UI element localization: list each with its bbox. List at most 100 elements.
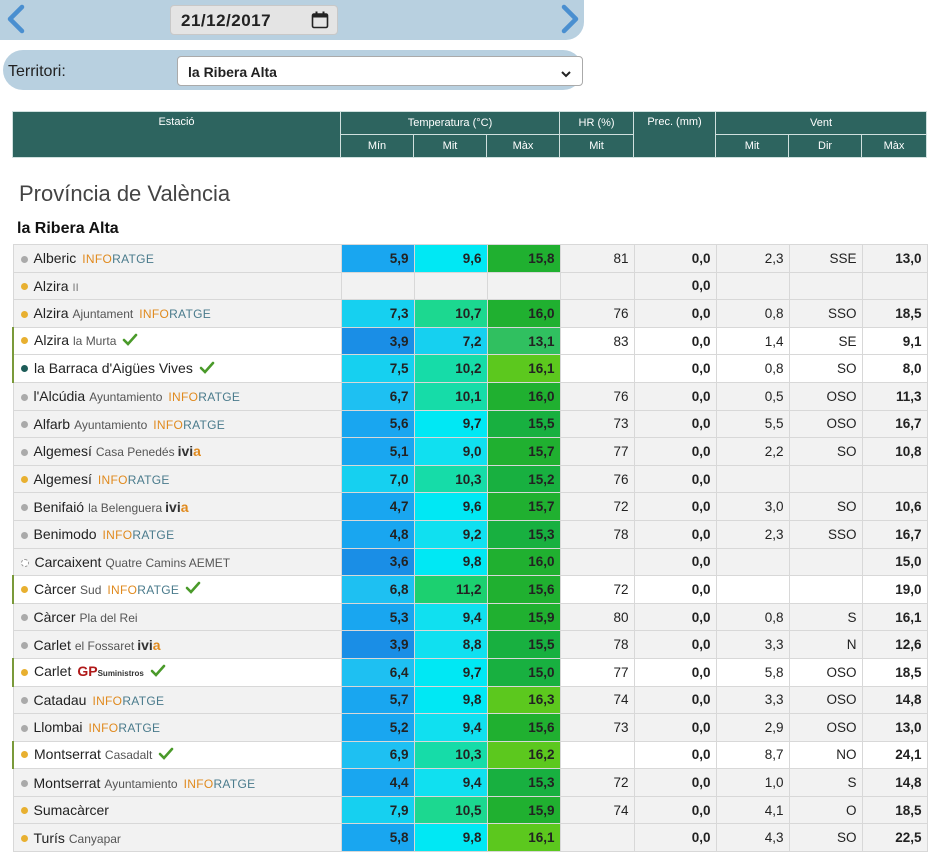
calendar-icon[interactable]	[311, 11, 329, 34]
wind-mit-cell: 0,8	[715, 602, 790, 632]
table-row[interactable]: Alfarb Ayuntamiento INFORATGE 5,6 9,7 15,5 73 0…	[12, 409, 928, 439]
header-wind-dir[interactable]: Dir	[788, 134, 863, 158]
date-value: 21/12/2017	[181, 11, 272, 30]
date-input[interactable]: 21/12/2017	[170, 5, 338, 35]
table-row[interactable]: Catadau INFORATGE 5,7 9,8 16,3 74 0,0 3,3 OSO 14,…	[12, 685, 928, 715]
table-row[interactable]: Turís Canyapar 5,8 9,8 16,1 0,0 4,3 SO 22,5	[12, 823, 928, 853]
temp-max-cell: 15,6	[486, 575, 561, 604]
wind-max-cell: 13,0	[861, 713, 928, 742]
prec-cell: 0,0	[633, 547, 717, 577]
temp-max-cell: 15,7	[486, 437, 561, 466]
validated-check-icon	[185, 581, 201, 598]
station-status-dot-icon	[21, 337, 28, 345]
station-cell[interactable]: Montserrat Ayuntamiento INFORATGE	[12, 768, 342, 797]
table-row[interactable]: Càrcer Sud INFORATGE 6,8 11,2 15,6 72 0,0 19,0	[12, 575, 928, 604]
station-name: Carcaixent	[34, 553, 102, 570]
header-wind-mit[interactable]: Mit	[715, 134, 790, 158]
temp-max-cell: 15,5	[486, 630, 561, 659]
temp-min-cell: 4,8	[340, 519, 415, 549]
header-station[interactable]: Estació	[12, 111, 341, 158]
header-temp-mit[interactable]: Mit	[413, 134, 487, 158]
chevron-down-icon	[560, 66, 572, 82]
table-row[interactable]: Carlet GPSuministros 6,4 9,7 15,0 77 0,0 5,8 OSO…	[12, 657, 928, 687]
temp-max-cell	[486, 271, 561, 301]
station-cell[interactable]: Alzira Ajuntament INFORATGE	[12, 299, 342, 328]
table-row[interactable]: Alberic INFORATGE 5,9 9,6 15,8 81 0,0 2,3 SSE 13,…	[12, 244, 928, 273]
station-cell[interactable]: Carlet el Fossaret ivia	[12, 630, 342, 659]
table-row[interactable]: Càrcer Pla del Rei 5,3 9,4 15,9 80 0,0 0,8 S 16,1	[12, 602, 928, 632]
header-temp-max[interactable]: Màx	[485, 134, 561, 158]
table-row[interactable]: Llombai INFORATGE 5,2 9,4 15,6 73 0,0 2,9 OSO 13,…	[12, 713, 928, 742]
station-cell[interactable]: Algemesí INFORATGE	[12, 464, 342, 494]
table-row[interactable]: la Barraca d'Aigües Vives 7,5 10,2 16,1 0,0 0…	[12, 354, 928, 383]
station-cell[interactable]: Sumacàrcer	[12, 795, 342, 825]
header-temp-min[interactable]: Mín	[340, 134, 414, 158]
station-cell[interactable]: Alberic INFORATGE	[12, 244, 342, 273]
table-row[interactable]: Alzira la Murta 3,9 7,2 13,1 83 0,0 1,4 SE 9,1	[12, 326, 928, 356]
header-wind[interactable]: Vent	[715, 111, 928, 135]
header-hr-mit[interactable]: Mit	[559, 134, 635, 158]
station-cell[interactable]: Càrcer Sud INFORATGE	[12, 575, 342, 604]
temp-min-cell: 6,9	[340, 740, 415, 770]
station-cell[interactable]: Benimodo INFORATGE	[12, 519, 342, 549]
wind-max-cell: 14,8	[861, 768, 928, 797]
network-logo: II	[72, 281, 79, 294]
table-row[interactable]: Alzira II 0,0	[12, 271, 928, 301]
station-name: Alzira	[34, 332, 70, 349]
table-row[interactable]: Alzira Ajuntament INFORATGE 7,3 10,7 16,0 76 0,…	[12, 299, 928, 328]
temp-min-cell: 7,0	[340, 464, 415, 494]
header-wind-max[interactable]: Màx	[861, 134, 928, 158]
table-row[interactable]: Algemesí Casa Penedés ivia 5,1 9,0 15,7 77 0,0 2…	[12, 437, 928, 466]
hr-cell	[559, 547, 635, 577]
station-cell[interactable]: Algemesí Casa Penedés ivia	[12, 437, 342, 466]
table-row[interactable]: Benimodo INFORATGE 4,8 9,2 15,3 78 0,0 2,3 SSO 16…	[12, 519, 928, 549]
table-row[interactable]: Carcaixent Quatre Camins AEMET 3,6 9,8 16,0 0…	[12, 547, 928, 577]
station-name: Alfarb	[33, 415, 71, 432]
station-cell[interactable]: Catadau INFORATGE	[12, 685, 342, 715]
station-cell[interactable]: Llombai INFORATGE	[12, 713, 342, 742]
station-cell[interactable]: Carcaixent Quatre Camins AEMET	[12, 547, 342, 577]
station-cell[interactable]: Alfarb Ayuntamiento INFORATGE	[12, 409, 342, 439]
table-row[interactable]: Montserrat Ayuntamiento INFORATGE 4,4 9,4 15,…	[12, 768, 928, 797]
station-cell[interactable]: Càrcer Pla del Rei	[12, 602, 342, 632]
station-cell[interactable]: la Barraca d'Aigües Vives	[12, 354, 342, 383]
wind-max-cell: 10,8	[861, 437, 928, 466]
hr-cell: 74	[559, 795, 635, 825]
table-row[interactable]: Montserrat Casadalt 6,9 10,3 16,2 0,0 8,7 NO 24,…	[12, 740, 928, 770]
table-row[interactable]: l'Alcúdia Ayuntamiento INFORATGE 6,7 10,1 16,…	[12, 381, 928, 411]
temp-mit-cell: 9,7	[413, 657, 488, 687]
station-name: la Barraca d'Aigües Vives	[34, 359, 193, 376]
chevron-left-icon	[7, 4, 25, 34]
next-day-button[interactable]	[556, 4, 582, 34]
station-location: Quatre Camins AEMET	[105, 555, 231, 570]
temp-mit-cell: 9,7	[413, 409, 488, 439]
wind-dir-cell	[788, 271, 863, 301]
wind-max-cell: 12,6	[861, 630, 928, 659]
wind-max-cell: 9,1	[861, 326, 928, 356]
station-cell[interactable]: Alzira la Murta	[12, 326, 342, 356]
table-row[interactable]: Benifaió la Belenguera ivia 4,7 9,6 15,7 72 0,0…	[12, 492, 928, 521]
hr-cell: 72	[559, 492, 635, 521]
ivia-logo: ivia	[177, 443, 201, 460]
station-status-dot-icon	[21, 365, 28, 373]
table-row[interactable]: Carlet el Fossaret ivia 3,9 8,8 15,5 78 0,0 3,3 N…	[12, 630, 928, 659]
prec-cell: 0,0	[633, 630, 717, 659]
header-prec[interactable]: Prec. (mm)	[633, 111, 717, 158]
header-temperature[interactable]: Temperatura (°C)	[339, 111, 561, 135]
previous-day-button[interactable]	[4, 4, 30, 34]
temp-max-cell: 15,3	[486, 768, 561, 797]
hr-cell: 72	[559, 768, 635, 797]
station-cell[interactable]: Turís Canyapar	[12, 823, 342, 853]
table-row[interactable]: Sumacàrcer 7,9 10,5 15,9 74 0,0 4,1 O 18,5	[12, 795, 928, 825]
station-cell[interactable]: Benifaió la Belenguera ivia	[12, 492, 342, 521]
territory-select[interactable]: la Ribera Alta	[177, 56, 583, 86]
station-location: Ajuntament	[72, 307, 134, 322]
station-cell[interactable]: Carlet GPSuministros	[12, 657, 342, 687]
wind-max-cell: 11,3	[861, 381, 928, 411]
station-cell[interactable]: Montserrat Casadalt	[12, 740, 342, 770]
station-cell[interactable]: l'Alcúdia Ayuntamiento INFORATGE	[12, 381, 342, 411]
station-cell[interactable]: Alzira II	[12, 271, 342, 301]
table-row[interactable]: Algemesí INFORATGE 7,0 10,3 15,2 76 0,0	[12, 464, 928, 494]
station-name: Càrcer	[33, 609, 76, 626]
header-hr[interactable]: HR (%)	[559, 111, 635, 135]
